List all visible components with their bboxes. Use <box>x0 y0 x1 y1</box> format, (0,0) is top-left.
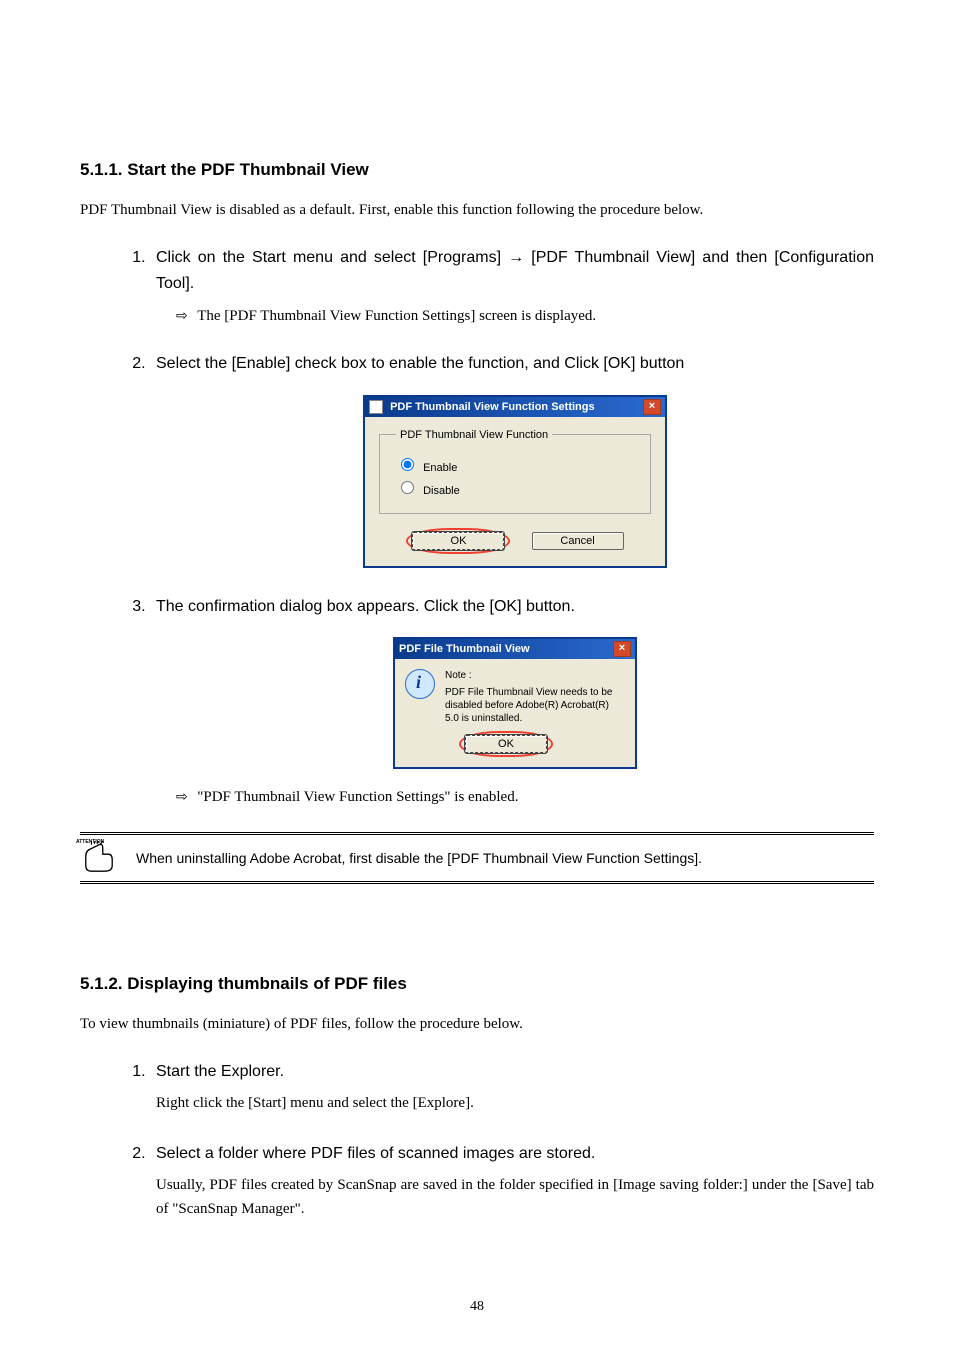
settings-dialog-title: PDF Thumbnail View Function Settings <box>390 401 595 413</box>
ok-highlight: OK <box>406 528 510 554</box>
info-icon <box>405 669 435 699</box>
radio-disable[interactable] <box>401 481 414 494</box>
section2-step1: Start the Explorer. Right click the [Sta… <box>150 1059 874 1115</box>
cancel-button[interactable]: Cancel <box>532 532 624 550</box>
confirm-note-text: PDF File Thumbnail View needs to be disa… <box>445 686 625 725</box>
radio-enable-row[interactable]: Enable <box>396 455 634 474</box>
hand-icon <box>80 841 118 875</box>
confirm-dialog-body: Note : PDF File Thumbnail View needs to … <box>395 659 635 731</box>
ok-highlight-2: OK <box>459 731 553 757</box>
step1-subnote: The [PDF Thumbnail View Function Setting… <box>176 308 874 325</box>
attention-icon: ATTENTION <box>80 841 118 875</box>
section1-intro: PDF Thumbnail View is disabled as a defa… <box>80 202 874 219</box>
settings-dialog: PDF Thumbnail View Function Settings × P… <box>363 395 667 568</box>
step3-subnote: "PDF Thumbnail View Function Settings" i… <box>176 789 874 806</box>
s2-step2-text: Select a folder where PDF files of scann… <box>156 1141 874 1167</box>
close-icon[interactable]: × <box>613 641 631 657</box>
confirm-dialog-titlebar: PDF File Thumbnail View × <box>395 639 635 659</box>
step1-text: Click on the Start menu and select [Prog… <box>156 245 874 296</box>
heading-5-1-2: 5.1.2. Displaying thumbnails of PDF file… <box>80 974 874 994</box>
confirm-dialog-title: PDF File Thumbnail View <box>399 643 530 655</box>
heading-5-1-1: 5.1.1. Start the PDF Thumbnail View <box>80 160 874 180</box>
ok-button-2[interactable]: OK <box>465 735 547 753</box>
attention-text: When uninstalling Adobe Acrobat, first d… <box>136 850 702 866</box>
confirm-note-label: Note : <box>445 669 625 682</box>
s2-step2-desc: Usually, PDF files created by ScanSnap a… <box>156 1173 874 1221</box>
settings-dialog-fieldset: PDF Thumbnail View Function Enable Disab… <box>379 429 651 514</box>
page: 5.1.1. Start the PDF Thumbnail View PDF … <box>0 0 954 1351</box>
radio-disable-label: Disable <box>423 485 460 497</box>
dialog1-buttons: OK Cancel <box>379 528 651 554</box>
section1-step3: The confirmation dialog box appears. Cli… <box>150 594 874 807</box>
attention-box: ATTENTION When uninstalling Adobe Acroba… <box>80 832 874 884</box>
window-icon <box>369 400 383 414</box>
titlebar-left: PDF Thumbnail View Function Settings <box>369 400 595 414</box>
radio-disable-row[interactable]: Disable <box>396 478 634 497</box>
s2-step1-text: Start the Explorer. <box>156 1059 874 1085</box>
close-icon[interactable]: × <box>643 399 661 415</box>
step2-text: Select the [Enable] check box to enable … <box>156 351 874 377</box>
settings-dialog-titlebar: PDF Thumbnail View Function Settings × <box>365 397 665 417</box>
confirm-dialog-text: Note : PDF File Thumbnail View needs to … <box>445 669 625 725</box>
radio-enable[interactable] <box>401 458 414 471</box>
s2-step1-desc: Right click the [Start] menu and select … <box>156 1091 874 1115</box>
section1-step2: Select the [Enable] check box to enable … <box>150 351 874 568</box>
settings-dialog-body: PDF Thumbnail View Function Enable Disab… <box>365 417 665 566</box>
section2-step2: Select a folder where PDF files of scann… <box>150 1141 874 1221</box>
section2-intro: To view thumbnails (miniature) of PDF fi… <box>80 1016 874 1033</box>
confirm-dialog: PDF File Thumbnail View × Note : PDF Fil… <box>393 637 637 769</box>
section1-steps: Click on the Start menu and select [Prog… <box>80 245 874 806</box>
confirm-dialog-footer: OK <box>395 731 635 767</box>
step3-text: The confirmation dialog box appears. Cli… <box>156 594 874 620</box>
attention-label: ATTENTION <box>76 839 104 845</box>
settings-group-label: PDF Thumbnail View Function <box>396 429 552 441</box>
section1-step1: Click on the Start menu and select [Prog… <box>150 245 874 325</box>
page-number: 48 <box>0 1299 954 1315</box>
radio-enable-label: Enable <box>423 462 457 474</box>
ok-button[interactable]: OK <box>412 532 504 550</box>
section2-steps: Start the Explorer. Right click the [Sta… <box>80 1059 874 1220</box>
